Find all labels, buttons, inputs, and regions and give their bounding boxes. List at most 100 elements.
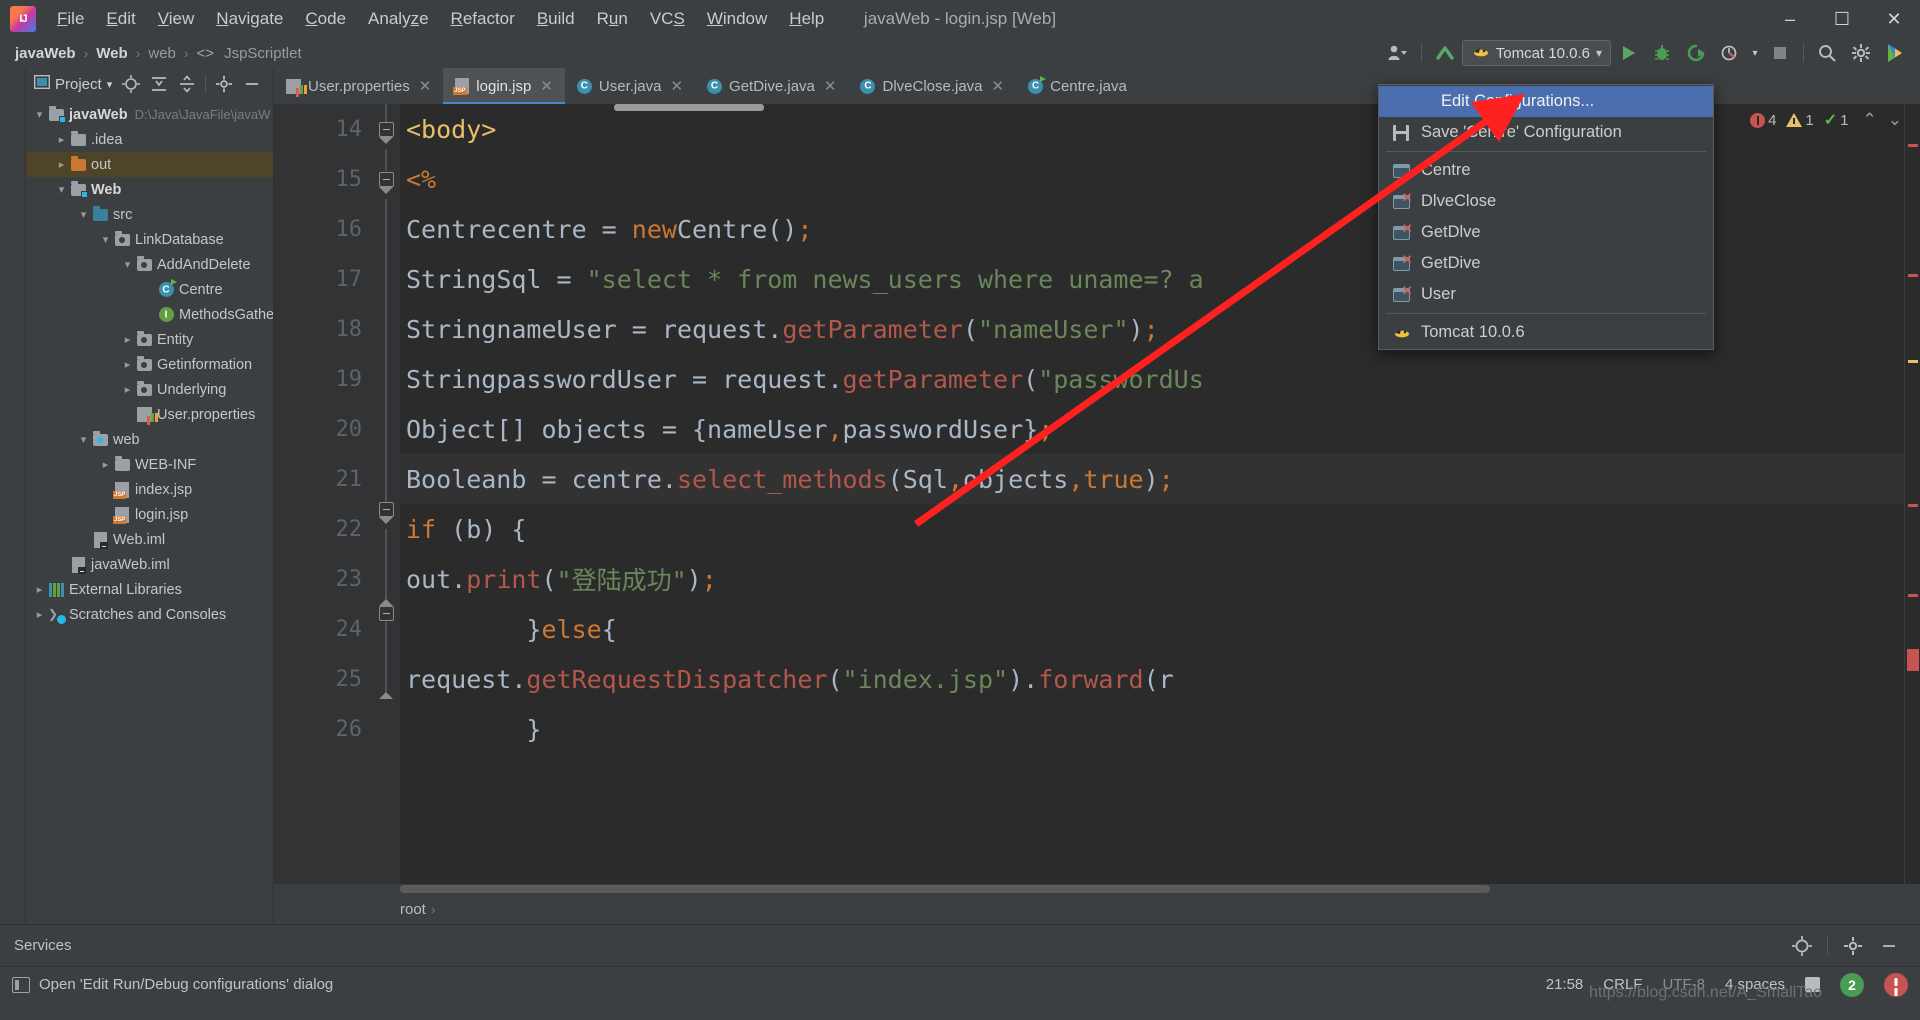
chevron-right-icon[interactable]: ▸ [32,608,47,621]
tree-node[interactable]: ▾ src [26,202,273,227]
chevron-right-icon[interactable]: ▸ [32,583,47,596]
tree-node[interactable]: ▾ Web [26,177,273,202]
run-config-menu-item[interactable]: ✕ DlveClose [1379,186,1713,217]
editor-tab[interactable]: User.java ✕ [565,68,695,104]
close-icon[interactable]: ✕ [417,77,434,95]
menu-item-help[interactable]: Help [778,5,835,33]
menu-item-build[interactable]: Build [526,5,586,33]
code-line[interactable]: } [400,704,1904,754]
code-scrollbar-thumb[interactable] [614,104,764,111]
close-icon[interactable]: ✕ [822,77,839,95]
tree-node[interactable]: ▸ Getinformation [26,352,273,377]
maximize-button[interactable]: ☐ [1816,0,1868,38]
editor-tab[interactable]: GetDive.java ✕ [695,68,848,104]
run-configuration-selector[interactable]: Tomcat 10.0.6 ▾ [1461,40,1611,66]
tree-node[interactable]: index.jsp [26,477,273,502]
gear-icon[interactable] [1836,933,1870,959]
menu-item-vcs[interactable]: VCS [639,5,696,33]
chevron-down-icon[interactable]: ▾ [98,233,113,246]
chevron-down-icon[interactable]: ▾ [76,433,91,446]
profile-chevron-icon[interactable]: ▾ [1747,40,1763,66]
chevron-down-icon[interactable]: ▾ [107,78,113,91]
run-config-menu-item[interactable]: Tomcat 10.0.6 [1379,317,1713,348]
services-label[interactable]: Services [14,937,72,954]
tree-node[interactable]: ▸ ❯ Scratches and Consoles [26,602,273,627]
hide-icon[interactable] [1872,933,1906,959]
chevron-down-icon[interactable]: ▾ [1596,46,1602,60]
breadcrumb-item-module[interactable]: Web [93,44,130,63]
chevron-right-icon[interactable]: ▸ [54,158,69,171]
tree-node[interactable]: ▾ javaWeb D:\Java\JavaFile\javaW [26,102,273,127]
editor-tab[interactable]: login.jsp ✕ [443,68,565,104]
tree-node[interactable]: ▸ WEB-INF [26,452,273,477]
chevron-down-icon[interactable]: ▾ [32,108,47,121]
run-config-menu-item[interactable]: ✕ GetDlve [1379,217,1713,248]
menu-item-file[interactable]: File [46,5,95,33]
profile-button[interactable] [1713,40,1747,66]
tree-node[interactable]: ▸ External Libraries [26,577,273,602]
chevron-right-icon[interactable]: ▸ [98,458,113,471]
horizontal-scrollbar-thumb[interactable] [400,885,1490,893]
editor-tab[interactable]: User.properties ✕ [274,68,443,104]
code-line[interactable]: out. print("登陆成功"); [400,554,1904,604]
warning-count[interactable]: 1 [1786,112,1814,129]
error-count[interactable]: 4 [1750,112,1776,129]
code-line[interactable]: String passwordUser = request. getParamet… [400,354,1904,404]
code-line[interactable]: Object[] objects = {nameUser, passwordUse… [400,404,1904,454]
run-config-menu-item[interactable]: ✕ User [1379,279,1713,310]
locate-icon[interactable] [1785,933,1819,959]
run-config-menu-item[interactable]: Save 'Centre' Configuration [1379,117,1713,148]
tree-node[interactable]: ▾ web [26,427,273,452]
menu-item-view[interactable]: View [147,5,206,33]
breadcrumb-item-element[interactable]: JspScriptlet [221,44,305,63]
vcs-update-icon[interactable] [1428,40,1462,66]
run-config-menu-item[interactable]: ✕ GetDive [1379,248,1713,279]
weak-warning-count[interactable]: ✓ 1 [1824,110,1849,130]
project-panel-title[interactable]: Project ▾ [30,73,116,95]
run-config-menu-item[interactable]: Edit Configurations... [1379,86,1713,117]
menu-item-run[interactable]: Run [586,5,639,33]
menu-item-code[interactable]: Code [294,5,357,33]
close-icon[interactable]: ✕ [538,77,555,95]
user-settings-icon[interactable] [1381,40,1415,66]
tree-node[interactable]: Web.iml [26,527,273,552]
run-with-coverage-button[interactable] [1679,40,1713,66]
tree-node[interactable]: MethodsGather [26,302,273,327]
search-icon[interactable] [1810,40,1844,66]
code-line[interactable]: request. getRequestDispatcher("index.jsp"… [400,654,1904,704]
close-button[interactable]: ✕ [1868,0,1920,38]
code-folding-gutter[interactable] [372,104,400,884]
gear-icon[interactable] [211,72,237,96]
menu-item-navigate[interactable]: Navigate [205,5,294,33]
menu-item-analyze[interactable]: Analyze [357,5,440,33]
debug-button[interactable] [1645,40,1679,66]
notification-badge[interactable]: 2 [1840,972,1864,997]
tree-node[interactable]: Centre [26,277,273,302]
next-problem-icon[interactable]: ⌄ [1884,110,1906,130]
tree-node[interactable]: login.jsp [26,502,273,527]
run-configuration-menu[interactable]: Edit Configurations... Save 'Centre' Conf… [1378,84,1714,350]
chevron-right-icon[interactable]: ▸ [120,358,135,371]
chevron-right-icon[interactable]: ▸ [120,333,135,346]
editor-tab[interactable]: DlveClose.java ✕ [848,68,1016,104]
code-line[interactable]: } else{ [400,604,1904,654]
ide-assistant-icon[interactable] [1878,40,1912,66]
tree-node[interactable]: ▸ Underlying [26,377,273,402]
error-marker-bar[interactable] [1904,104,1920,884]
stop-button[interactable] [1763,40,1797,66]
expand-all-icon[interactable] [146,72,172,96]
minimize-button[interactable]: – [1764,0,1816,38]
menu-item-window[interactable]: Window [696,5,778,33]
code-line[interactable]: Boolean b = centre. select_methods(Sql, ob… [400,454,1904,504]
breadcrumb-item-folder[interactable]: web [145,44,179,63]
run-button[interactable] [1611,40,1645,66]
tree-node[interactable]: User.properties [26,402,273,427]
chevron-down-icon[interactable]: ▾ [120,258,135,271]
tree-node[interactable]: javaWeb.iml [26,552,273,577]
tree-node[interactable]: ▸ .idea [26,127,273,152]
tree-node[interactable]: ▾ LinkDatabase [26,227,273,252]
menu-item-refactor[interactable]: Refactor [440,5,526,33]
editor-breadcrumb-root[interactable]: root [274,901,426,918]
close-icon[interactable]: ✕ [990,77,1007,95]
breadcrumb-item-project[interactable]: javaWeb [12,44,79,63]
